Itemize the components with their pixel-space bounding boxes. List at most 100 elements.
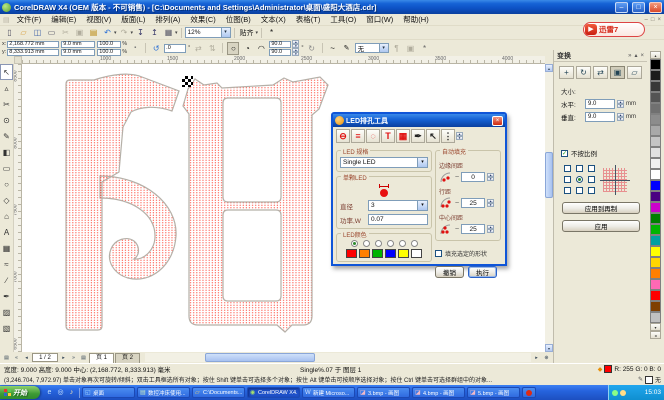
page-flip-icon[interactable]: ▤ bbox=[2, 353, 11, 362]
spin-down-icon[interactable]: ▾ bbox=[456, 136, 463, 140]
outline-color-swatch[interactable] bbox=[645, 376, 653, 384]
led-color-radio-0[interactable] bbox=[351, 240, 358, 247]
anchor-center-radio[interactable] bbox=[576, 176, 583, 183]
crop-tool[interactable]: ✂ bbox=[0, 96, 13, 112]
row-fill-tool-icon[interactable]: ≡ bbox=[351, 129, 365, 143]
arc-end-angle-field[interactable]: 90.0 bbox=[269, 49, 291, 56]
apply-button[interactable]: 应用 bbox=[562, 220, 640, 232]
minimize-button[interactable]: – bbox=[615, 2, 628, 13]
anchor-cell-7[interactable] bbox=[573, 185, 585, 196]
palette-swatch-5[interactable] bbox=[650, 114, 661, 125]
spin-down-icon[interactable]: ▾ bbox=[487, 229, 494, 233]
paste-icon[interactable]: ▤ bbox=[87, 27, 100, 39]
menu-item-11[interactable]: 帮助(H) bbox=[398, 14, 433, 25]
new-icon[interactable]: ▯ bbox=[3, 27, 16, 39]
palette-scroll-down-icon[interactable]: ▾ bbox=[650, 323, 661, 331]
led-color-radio-5[interactable] bbox=[411, 240, 418, 247]
lock-ratio-icon[interactable]: ▪ bbox=[129, 42, 141, 55]
chevron-down-icon[interactable]: ▾ bbox=[379, 44, 388, 52]
menu-item-2[interactable]: 视图(V) bbox=[81, 14, 116, 25]
y-position-field[interactable]: 8,333.913 mm bbox=[7, 49, 59, 56]
change-direction-button[interactable]: ↻ bbox=[306, 42, 318, 55]
chevron-down-icon[interactable]: ▾ bbox=[417, 201, 427, 210]
mirror-horizontal-button[interactable]: ⇄ bbox=[192, 42, 204, 55]
app-launcher-icon[interactable]: ▦ bbox=[162, 27, 175, 39]
anchor-cell-1[interactable] bbox=[573, 163, 585, 174]
fill-tool[interactable]: ▨ bbox=[0, 304, 13, 320]
arc-start-angle-field[interactable]: 90.0 bbox=[269, 41, 291, 48]
outline-tool[interactable]: ✒ bbox=[0, 288, 13, 304]
mirror-vertical-button[interactable]: ⇅ bbox=[206, 42, 218, 55]
menu-item-7[interactable]: 文本(X) bbox=[256, 14, 291, 25]
menu-item-6[interactable]: 位图(B) bbox=[221, 14, 256, 25]
import-icon[interactable]: ↧ bbox=[134, 27, 147, 39]
xunlei-floating-button[interactable]: ▶ 迅雷7 bbox=[583, 22, 645, 37]
chevron-down-icon[interactable]: ▾ bbox=[417, 158, 427, 167]
wrap-text-button[interactable]: ¶ bbox=[391, 42, 403, 55]
anchor-cell-3[interactable] bbox=[561, 174, 573, 185]
ruler-origin-box[interactable] bbox=[14, 56, 22, 64]
anchor-cell-4[interactable] bbox=[573, 174, 585, 185]
led-color-swatch-2[interactable] bbox=[372, 249, 383, 258]
text-fill-tool-icon[interactable]: T bbox=[381, 129, 395, 143]
char-yang-right-sun[interactable] bbox=[183, 77, 328, 332]
anchor-checkbox[interactable] bbox=[576, 187, 583, 194]
led-color-swatch-4[interactable] bbox=[398, 249, 409, 258]
palette-swatch-7[interactable] bbox=[650, 136, 661, 147]
save-icon[interactable]: ◫ bbox=[31, 27, 44, 39]
palette-expand-icon[interactable]: ◂ bbox=[650, 331, 661, 339]
row-spacing-field[interactable]: 25 bbox=[461, 198, 485, 208]
chevron-down-icon[interactable]: ▾ bbox=[221, 28, 230, 37]
previous-page-icon[interactable]: ◂ bbox=[22, 353, 31, 362]
palette-swatch-23[interactable] bbox=[650, 312, 661, 323]
thunder-tray-button[interactable] bbox=[522, 387, 536, 398]
horizontal-scrollbar[interactable] bbox=[145, 353, 531, 362]
rectangle-tool[interactable]: ▭ bbox=[0, 160, 13, 176]
ellipse-tool[interactable]: ○ bbox=[0, 176, 13, 192]
tray-volume-icon[interactable] bbox=[620, 390, 626, 396]
media-quicklaunch-icon[interactable]: ♪ bbox=[67, 388, 76, 398]
doc-close-icon[interactable]: × bbox=[657, 17, 661, 23]
anchor-cell-6[interactable] bbox=[561, 185, 573, 196]
interactive-fill-tool[interactable]: ▧ bbox=[0, 320, 13, 336]
taskbar-task-5[interactable]: ◪3.bmp - 画图 bbox=[357, 387, 410, 398]
last-page-icon[interactable]: » bbox=[69, 353, 78, 362]
taskbar-task-2[interactable]: ▱C:\Documents... bbox=[192, 387, 245, 398]
vertical-ruler[interactable]: 85008000750070006500 bbox=[14, 64, 22, 352]
palette-swatch-11[interactable] bbox=[650, 180, 661, 191]
redo-icon[interactable]: ↷ bbox=[118, 27, 131, 39]
horizontal-scroll-thumb[interactable] bbox=[205, 353, 315, 362]
dialog-toolbar-spinner[interactable]: ▴▾ bbox=[456, 132, 463, 140]
taskbar-task-0[interactable]: ◱桌面 bbox=[82, 387, 135, 398]
arc-mode-button[interactable]: ◠ bbox=[255, 42, 267, 55]
ellipse-mode-button[interactable]: ○ bbox=[227, 42, 239, 55]
led-color-swatch-3[interactable] bbox=[385, 249, 396, 258]
single-led-tool-icon[interactable]: ⊖ bbox=[336, 129, 350, 143]
navigator-zoom-icon[interactable]: ⊕ bbox=[542, 353, 551, 362]
menu-item-10[interactable]: 窗口(W) bbox=[361, 14, 398, 25]
page-tab-2[interactable]: 页 2 bbox=[115, 353, 140, 363]
basic-shapes-tool[interactable]: ⌂ bbox=[0, 208, 13, 224]
add-page-icon[interactable]: ▤ bbox=[79, 353, 88, 362]
vertical-scroll-thumb[interactable] bbox=[545, 152, 553, 198]
scroll-right-icon[interactable]: ▸ bbox=[532, 353, 541, 362]
docker-collapse-icon[interactable]: ▴ bbox=[634, 52, 637, 59]
undo-icon[interactable]: ↶ bbox=[101, 27, 114, 39]
docker-close-icon[interactable]: × bbox=[640, 53, 644, 59]
options-button[interactable]: * bbox=[265, 27, 278, 39]
horizontal-size-field[interactable]: 9.0 bbox=[585, 99, 615, 109]
edge-spacing-field[interactable]: 0 bbox=[461, 172, 485, 182]
table-tool[interactable]: ▦ bbox=[0, 240, 13, 256]
pie-mode-button[interactable]: ◔ bbox=[241, 42, 253, 55]
fill-color-swatch[interactable] bbox=[604, 365, 612, 373]
page-tab-1[interactable]: 页 1 bbox=[89, 353, 114, 363]
grid-fill-tool-icon[interactable]: ▦ bbox=[396, 129, 410, 143]
zoom-level-combo[interactable]: 12% ▾ bbox=[185, 27, 231, 38]
scroll-up-icon[interactable]: ▴ bbox=[545, 64, 553, 72]
taskbar-task-1[interactable]: ▤数控冲床使用... bbox=[137, 387, 190, 398]
polygon-tool[interactable]: ◇ bbox=[0, 192, 13, 208]
size-button[interactable]: ▣ bbox=[610, 66, 625, 79]
anchor-checkbox[interactable] bbox=[564, 165, 571, 172]
palette-swatch-16[interactable] bbox=[650, 235, 661, 246]
blend-tool[interactable]: ≈ bbox=[0, 256, 13, 272]
